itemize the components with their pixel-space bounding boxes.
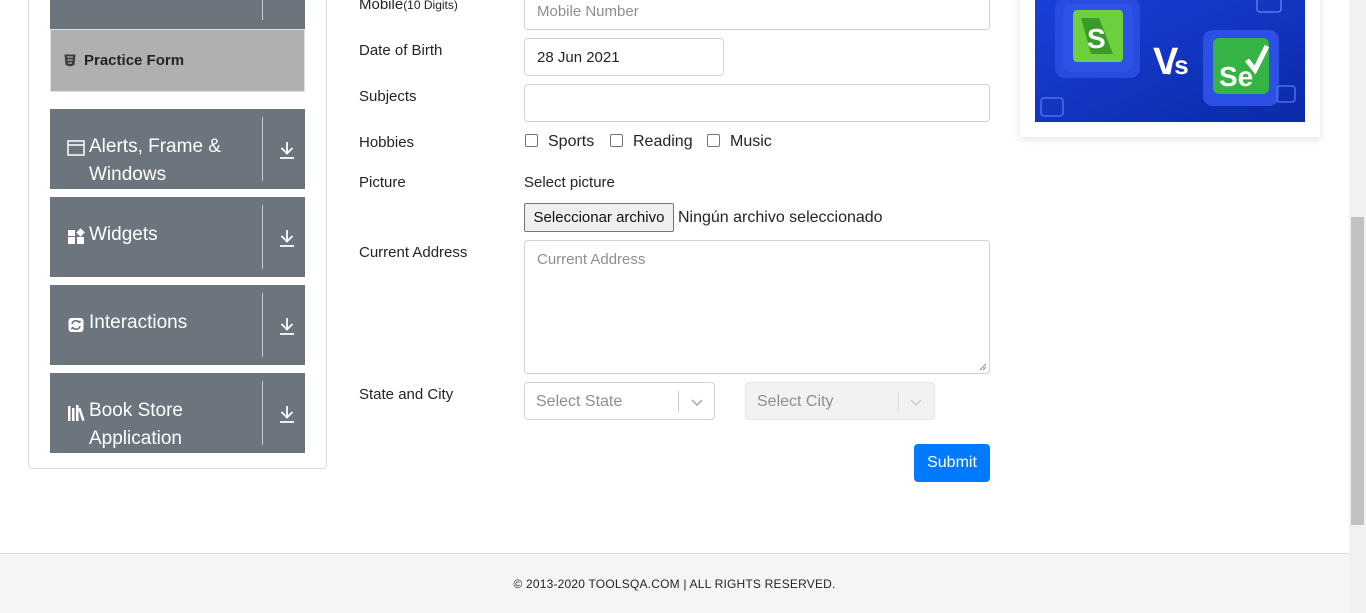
group-label-line1: Book Store: [89, 400, 183, 421]
window-icon: [67, 140, 85, 156]
state-select[interactable]: Select State: [524, 382, 715, 420]
address-field[interactable]: [524, 240, 990, 374]
sidebar-item-practice-form[interactable]: Practice Form: [50, 29, 305, 92]
subjects-field[interactable]: [524, 84, 990, 122]
mobile-label-hint: (10 Digits): [403, 0, 458, 12]
sidebar-group-widgets[interactable]: Widgets: [50, 197, 305, 277]
group-label: Interactions: [89, 312, 188, 333]
city-select-value: Select City: [757, 393, 834, 410]
widgets-grid-icon: [68, 228, 85, 244]
refresh-icon: [68, 318, 84, 332]
dob-input[interactable]: [525, 39, 723, 75]
ad-banner-image[interactable]: S V /s Se: [1035, 0, 1305, 122]
download-arrow-icon[interactable]: [278, 228, 296, 248]
address-label: Current Address: [359, 244, 468, 261]
sidebar-group-elements[interactable]: [50, 0, 305, 29]
footer-copyright: © 2013-2020 TOOLSQA.COM | ALL RIGHTS RES…: [513, 577, 836, 591]
svg-text:Se: Se: [1219, 61, 1253, 92]
ad-banner-graphic: S V /s Se: [1035, 0, 1305, 122]
group-divider: [262, 381, 263, 445]
select-separator: [678, 391, 679, 412]
sidebar-group-book-store[interactable]: Book Store Application: [50, 373, 305, 453]
books-icon: [68, 405, 85, 421]
download-arrow-icon[interactable]: [278, 404, 296, 424]
dob-field[interactable]: [524, 38, 724, 76]
group-divider: [262, 0, 263, 20]
group-divider: [262, 293, 263, 357]
group-label-line2: Windows: [89, 164, 167, 185]
mobile-label: Mobile(10 Digits): [359, 0, 458, 13]
group-divider: [262, 117, 263, 181]
file-status-text: Ningún archivo seleccionado: [678, 209, 883, 226]
download-arrow-icon[interactable]: [278, 316, 296, 336]
chevron-down-icon: [910, 399, 922, 407]
hobby-checkbox-music[interactable]: [707, 134, 720, 147]
svg-text:/s: /s: [1167, 50, 1189, 80]
mobile-input[interactable]: [525, 0, 989, 29]
picture-label: Picture: [359, 174, 406, 191]
download-arrow-icon[interactable]: [278, 140, 296, 160]
subjects-input[interactable]: [525, 85, 989, 121]
address-textarea[interactable]: [525, 241, 989, 373]
select-picture-label: Select picture: [524, 174, 615, 191]
mobile-label-text: Mobile: [359, 0, 404, 13]
hobby-checkbox-sports[interactable]: [525, 134, 538, 147]
scrollbar-thumb[interactable]: [1351, 217, 1364, 525]
chevron-down-icon: [691, 399, 703, 407]
hobby-label-sports[interactable]: Sports: [548, 133, 594, 151]
state-select-value: Select State: [536, 393, 623, 410]
hobby-checkbox-reading[interactable]: [610, 134, 623, 147]
choose-file-button[interactable]: Seleccionar archivo: [524, 203, 674, 232]
group-label-line1: Alerts, Frame &: [89, 136, 221, 157]
sidebar-item-label: Practice Form: [84, 52, 185, 69]
hobby-label-reading[interactable]: Reading: [633, 133, 693, 151]
sidebar-group-alerts-frame-windows[interactable]: Alerts, Frame & Windows: [50, 109, 305, 189]
page-footer: © 2013-2020 TOOLSQA.COM | ALL RIGHTS RES…: [0, 553, 1349, 613]
city-select[interactable]: Select City: [745, 382, 935, 420]
svg-text:S: S: [1087, 23, 1106, 54]
dob-label: Date of Birth: [359, 42, 443, 59]
mobile-field[interactable]: [524, 0, 990, 30]
group-divider: [262, 205, 263, 269]
subjects-label: Subjects: [359, 88, 417, 105]
group-label-line2: Application: [89, 428, 182, 449]
select-separator: [898, 391, 899, 412]
submit-button[interactable]: Submit: [914, 444, 990, 482]
sidebar-group-interactions[interactable]: Interactions: [50, 285, 305, 365]
hobbies-label: Hobbies: [359, 134, 415, 151]
resize-grip-icon[interactable]: [979, 363, 987, 371]
group-label: Widgets: [89, 224, 158, 245]
html5-icon: [64, 54, 76, 67]
hobby-label-music[interactable]: Music: [730, 133, 772, 151]
state-city-label: State and City: [359, 386, 454, 403]
